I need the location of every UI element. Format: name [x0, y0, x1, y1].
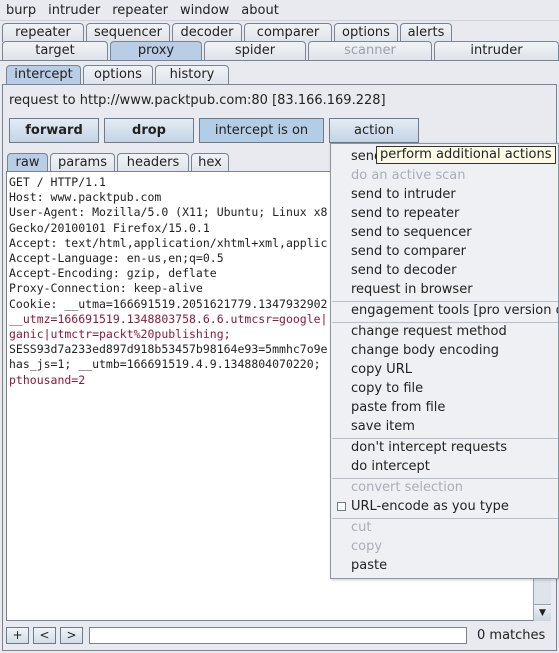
tab-target[interactable]: target	[2, 41, 108, 60]
message-view-tabs: raw params headers hex	[0, 153, 231, 172]
search-plus-button[interactable]: +	[6, 626, 29, 644]
tab-decoder[interactable]: decoder	[172, 23, 242, 42]
menu-about[interactable]: about	[235, 3, 285, 18]
tab-hex[interactable]: hex	[191, 153, 229, 172]
request-line: Cookie: __utma=166691519.2051621779.1347…	[9, 296, 328, 311]
menu-item-copy-url[interactable]: copy URL	[351, 362, 412, 377]
menu-item-send-to-decoder[interactable]: send to decoder	[351, 263, 457, 278]
menu-window[interactable]: window	[174, 3, 235, 18]
tab-repeater[interactable]: repeater	[2, 23, 84, 42]
forward-button[interactable]: forward	[9, 118, 99, 143]
request-line: has_js=1; __utmb=166691519.4.9.134880407…	[9, 357, 321, 372]
tab-sequencer[interactable]: sequencer	[86, 23, 170, 42]
menu-item-send-to-repeater[interactable]: send to repeater	[351, 206, 459, 221]
tool-tabs-row1: repeater sequencer decoder comparer opti…	[0, 23, 454, 42]
search-bar: + < > 0 matches	[6, 625, 551, 645]
menu-separator	[332, 301, 558, 302]
tab-headers[interactable]: headers	[117, 153, 189, 172]
request-line: Accept: text/html,application/xhtml+xml,…	[9, 235, 328, 250]
menu-item-request-in-browser[interactable]: request in browser	[351, 282, 473, 297]
menu-item-active-scan: do an active scan	[351, 168, 466, 183]
request-line: ganic|utmctr=packt%20publishing;	[9, 327, 231, 342]
menu-separator	[332, 518, 558, 519]
request-line: Proxy-Connection: keep-alive	[9, 281, 203, 296]
menu-item-cut: cut	[351, 520, 372, 535]
match-count: 0 matches	[477, 627, 546, 643]
request-line: GET / HTTP/1.1	[9, 175, 106, 189]
request-line: pthousand=2	[9, 372, 86, 387]
menu-item-paste-from-file[interactable]: paste from file	[351, 400, 445, 415]
menu-burp[interactable]: burp	[0, 3, 42, 18]
menu-separator	[332, 438, 558, 439]
tab-history[interactable]: history	[155, 65, 229, 84]
tab-intercept[interactable]: intercept	[6, 65, 81, 84]
menu-separator	[332, 322, 558, 323]
menu-item-paste[interactable]: paste	[351, 558, 387, 573]
tool-tabs-row2: target proxy spider scanner intruder	[0, 41, 559, 60]
tab-proxy-options[interactable]: options	[83, 65, 153, 84]
tab-options[interactable]: options	[334, 23, 398, 42]
tab-raw[interactable]: raw	[7, 153, 48, 172]
menu-item-dont-intercept[interactable]: don't intercept requests	[351, 440, 507, 455]
tab-params[interactable]: params	[50, 153, 115, 172]
menu-item-do-intercept[interactable]: do intercept	[351, 459, 430, 474]
request-line: Host: www.packtpub.com	[9, 190, 162, 205]
request-line: SESS93d7a233ed897d918b53457b98164e93=5mm…	[9, 342, 328, 357]
tab-proxy[interactable]: proxy	[110, 41, 202, 60]
menu-item-change-body-encoding[interactable]: change body encoding	[351, 343, 499, 358]
url-encode-checkbox[interactable]	[337, 502, 346, 511]
tab-alerts[interactable]: alerts	[400, 23, 452, 42]
action-tooltip: perform additional actions	[376, 146, 556, 164]
search-input[interactable]	[89, 626, 467, 644]
request-line: Accept-Language: en-us,en;q=0.5	[9, 251, 224, 266]
request-line: Gecko/20100101 Firefox/15.0.1	[9, 220, 210, 235]
proxy-subtabs: intercept options history	[0, 65, 231, 84]
tab-spider[interactable]: spider	[204, 41, 306, 60]
menu-item-copy-to-file[interactable]: copy to file	[351, 381, 423, 396]
drop-button[interactable]: drop	[104, 118, 194, 143]
action-button[interactable]: action	[329, 118, 419, 143]
menu-item-url-encode[interactable]: URL-encode as you type	[351, 499, 509, 514]
request-line: __utmz=166691519.1348803758.6.6.utmcsr=g…	[9, 311, 328, 326]
menu-repeater[interactable]: repeater	[106, 3, 174, 18]
tab-intruder[interactable]: intruder	[434, 41, 559, 60]
search-prev-button[interactable]: <	[33, 626, 56, 644]
menu-item-change-request-method[interactable]: change request method	[351, 324, 507, 339]
request-line: User-Agent: Mozilla/5.0 (X11; Ubuntu; Li…	[9, 205, 328, 220]
action-menu: send to spider do an active scan send to…	[330, 143, 559, 579]
tab-scanner[interactable]: scanner	[308, 41, 432, 60]
menu-item-save-item[interactable]: save item	[351, 419, 415, 434]
menu-separator	[332, 478, 558, 479]
menu-item-engagement-tools[interactable]: engagement tools [pro version only]	[351, 303, 558, 318]
request-target-label: request to http://www.packtpub.com:80 [8…	[9, 93, 386, 108]
menu-item-send-to-comparer[interactable]: send to comparer	[351, 244, 466, 259]
menu-intruder[interactable]: intruder	[42, 3, 106, 18]
menu-item-send-to-intruder[interactable]: send to intruder	[351, 187, 456, 202]
scroll-down-icon[interactable]: ▼	[534, 604, 551, 621]
menu-item-send-to-sequencer[interactable]: send to sequencer	[351, 225, 472, 240]
request-line: Accept-Encoding: gzip, deflate	[9, 266, 217, 281]
search-next-button[interactable]: >	[60, 626, 83, 644]
menu-item-copy: copy	[351, 539, 383, 554]
menu-item-convert-selection: convert selection	[351, 480, 464, 495]
intercept-toggle-button[interactable]: intercept is on	[199, 118, 324, 143]
tab-comparer[interactable]: comparer	[244, 23, 332, 42]
menu-bar: burp intruder repeater window about	[0, 0, 559, 21]
